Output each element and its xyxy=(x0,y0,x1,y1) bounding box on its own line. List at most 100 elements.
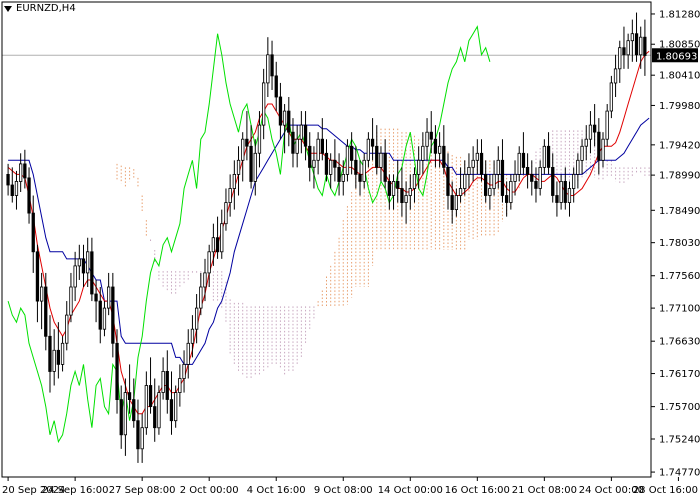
chevron-down-icon[interactable] xyxy=(4,5,12,12)
time-tick-label: 21 Oct 08:00 xyxy=(512,485,577,496)
candle-body xyxy=(123,392,127,436)
candle-body xyxy=(81,258,86,274)
candle-body xyxy=(601,138,605,161)
candle-body xyxy=(190,328,195,344)
candle-body xyxy=(241,138,245,161)
candle-body xyxy=(31,212,35,253)
price-tick-label: 1.80410 xyxy=(659,71,700,82)
candle-body xyxy=(639,36,643,56)
candle-body xyxy=(504,195,509,203)
candle-body xyxy=(27,177,31,214)
candle-body xyxy=(90,251,94,295)
candle-body xyxy=(345,145,350,175)
candle-body xyxy=(14,180,19,196)
candle-body xyxy=(266,54,270,84)
candle-body xyxy=(194,307,199,330)
candle-body xyxy=(236,159,241,175)
candle-body xyxy=(35,251,40,302)
candle-body xyxy=(521,152,526,168)
candle-body xyxy=(442,145,446,168)
candle-body xyxy=(303,124,308,147)
candle-body xyxy=(144,385,149,429)
price-tick-label: 1.78030 xyxy=(659,238,700,249)
candle-body xyxy=(199,286,203,309)
candle-body xyxy=(387,180,392,196)
price-tick-label: 1.75700 xyxy=(659,402,700,413)
candle-body xyxy=(274,75,278,98)
candle-body xyxy=(517,152,521,175)
candle-body xyxy=(538,166,542,189)
candle xyxy=(157,385,161,435)
time-tick-label: 9 Oct 08:00 xyxy=(314,485,373,496)
candle-body xyxy=(270,54,274,77)
candle-body xyxy=(534,180,538,189)
candle-body xyxy=(299,124,304,140)
candle-body xyxy=(203,272,207,288)
candle-body xyxy=(178,378,182,394)
candle-body xyxy=(249,145,253,182)
candle-body xyxy=(295,138,299,154)
candle-body xyxy=(328,159,333,175)
candle-body xyxy=(546,145,551,168)
candle-body xyxy=(513,173,517,182)
candle-body xyxy=(471,159,475,168)
candle-body xyxy=(580,145,584,161)
candle-body xyxy=(354,159,358,175)
candle-body xyxy=(643,36,647,56)
candle-body xyxy=(593,124,597,133)
candle-body xyxy=(588,124,593,140)
candle-body xyxy=(597,131,601,161)
price-tick-label: 1.75240 xyxy=(659,435,700,446)
candle-body xyxy=(56,349,60,365)
candle-body xyxy=(416,159,421,175)
candle-body xyxy=(337,166,341,182)
ichimoku-chart: 1.812801.808501.804101.799801.794201.789… xyxy=(0,0,700,500)
symbol-label[interactable]: EURNZD,H4 xyxy=(4,3,76,14)
candle-body xyxy=(555,195,559,203)
candle-body xyxy=(454,195,459,211)
candle-body xyxy=(333,159,337,168)
price-tick-label: 1.76170 xyxy=(659,369,700,380)
candle-body xyxy=(40,286,44,302)
candle-body xyxy=(404,195,408,203)
candle-body xyxy=(446,166,450,196)
candle-body xyxy=(232,173,237,189)
candle-body xyxy=(559,180,563,203)
candle-body xyxy=(341,173,345,182)
candle-body xyxy=(18,163,23,182)
candle-body xyxy=(500,159,505,196)
candle-body xyxy=(572,173,576,189)
candle-body xyxy=(153,406,157,429)
chart-background xyxy=(0,0,700,500)
price-tick-label: 1.76630 xyxy=(659,337,700,348)
candle-body xyxy=(496,159,500,175)
candle-body xyxy=(10,184,14,197)
candle-body xyxy=(94,293,98,302)
candle-body xyxy=(211,237,216,253)
candle-body xyxy=(429,131,433,140)
chart-window: 1.81280 1.80850 1.80410 1.79980 1.79420 1.789… xyxy=(0,0,700,500)
candle-body xyxy=(391,180,396,196)
candle-body xyxy=(224,202,228,225)
candle-body xyxy=(400,188,404,204)
candle-body xyxy=(613,68,618,84)
candle-body xyxy=(245,138,249,147)
candle-body xyxy=(530,173,534,182)
candle-body xyxy=(375,145,379,168)
price-tick-label: 1.78490 xyxy=(659,206,700,217)
time-tick-label: 27 Sep 08:00 xyxy=(109,485,176,496)
candle-body xyxy=(320,138,325,154)
candle-body xyxy=(450,195,454,211)
candle-body xyxy=(60,342,65,365)
candle-body xyxy=(421,145,425,161)
candle-body xyxy=(44,286,48,337)
candle-body xyxy=(215,237,220,253)
candle-body xyxy=(425,131,429,147)
candle-body xyxy=(77,258,81,267)
candle-body xyxy=(65,314,69,344)
candle-body xyxy=(509,180,513,203)
candle-body xyxy=(111,286,115,344)
candle-body xyxy=(567,188,572,204)
candle-body xyxy=(551,166,555,196)
candle-body xyxy=(127,392,132,401)
